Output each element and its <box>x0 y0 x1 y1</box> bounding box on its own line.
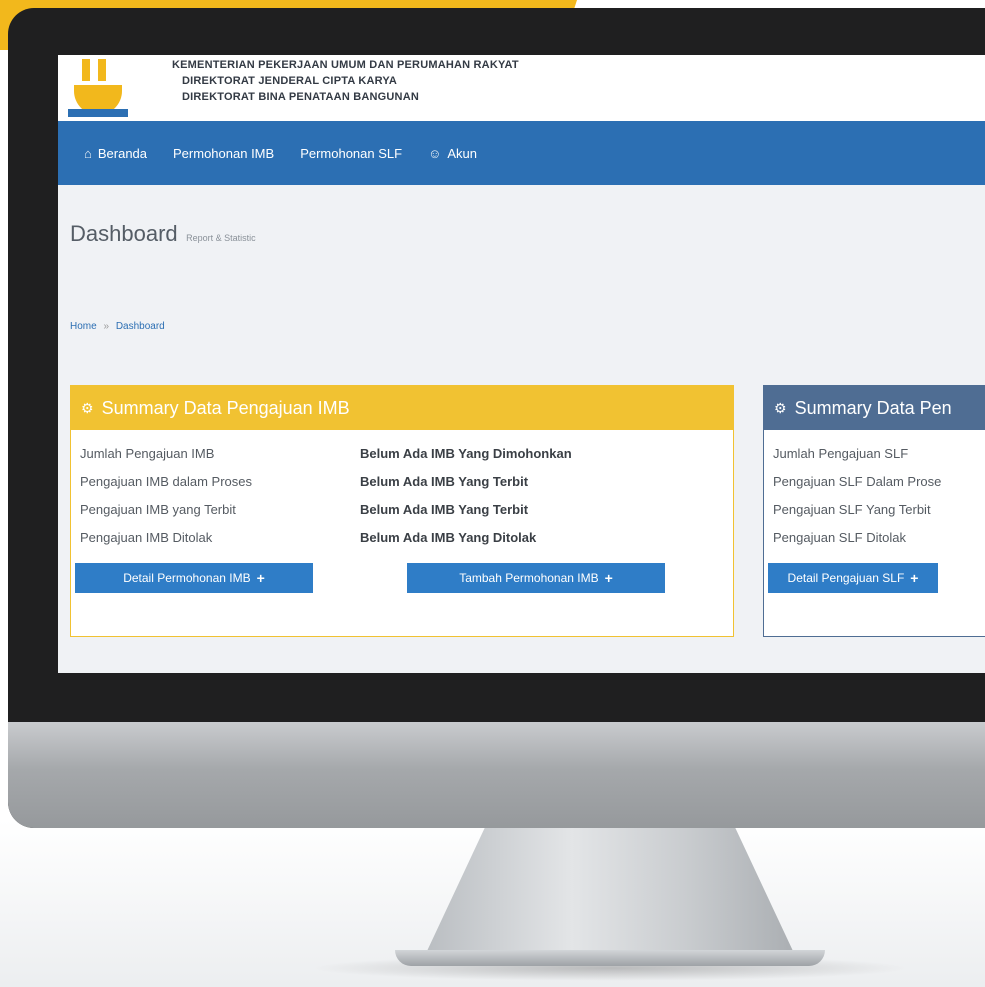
plus-icon: + <box>910 570 919 586</box>
slf-row-label: Pengajuan SLF Yang Terbit <box>773 502 931 517</box>
home-icon: ⌂ <box>84 145 92 161</box>
detail-pengajuan-slf-label: Detail Pengajuan SLF <box>787 571 905 585</box>
imb-panel-title: Summary Data Pengajuan IMB <box>101 397 350 418</box>
detail-permohonan-imb-label: Detail Permohonan IMB <box>123 571 251 585</box>
nav-permohonan-slf[interactable]: Permohonan SLF <box>300 146 402 161</box>
slf-panel-title: Summary Data Pen <box>794 397 952 418</box>
slf-row-label: Pengajuan SLF Dalam Prose <box>773 474 942 489</box>
nav-permohonan-imb-label: Permohonan IMB <box>173 145 275 161</box>
imb-row-value: Belum Ada IMB Yang Dimohonkan <box>360 446 572 461</box>
slf-row-label: Jumlah Pengajuan SLF <box>773 446 909 461</box>
slf-row-label: Pengajuan SLF Ditolak <box>773 530 906 545</box>
detail-permohonan-imb-button[interactable]: Detail Permohonan IMB + <box>75 563 313 593</box>
breadcrumb: Home » Dashboard <box>70 321 165 332</box>
imb-row-value: Belum Ada IMB Yang Terbit <box>360 474 529 489</box>
page-title: Dashboard Report & Statistic <box>70 221 256 247</box>
gears-icon: ⚙ <box>81 399 94 416</box>
imb-row-label: Pengajuan IMB Ditolak <box>80 530 213 545</box>
pupr-logo <box>68 55 128 117</box>
nav-beranda-label: Beranda <box>97 145 148 161</box>
slf-panel-header: ⚙ Summary Data Pen <box>764 386 985 430</box>
site-header: KEMENTERIAN PEKERJAAN UMUM DAN PERUMAHAN… <box>58 55 985 121</box>
imb-row-label: Pengajuan IMB dalam Proses <box>80 474 252 489</box>
detail-pengajuan-slf-button[interactable]: Detail Pengajuan SLF + <box>768 563 938 593</box>
imb-panel-header: ⚙ Summary Data Pengajuan IMB <box>71 386 733 430</box>
monitor-chin <box>8 722 985 828</box>
breadcrumb-current[interactable]: Dashboard <box>116 321 165 332</box>
nav-akun-label: Akun <box>447 145 478 161</box>
breadcrumb-separator: » <box>103 321 110 332</box>
screen: KEMENTERIAN PEKERJAAN UMUM DAN PERUMAHAN… <box>58 55 985 673</box>
tambah-permohonan-imb-label: Tambah Permohonan IMB <box>459 571 599 585</box>
nav-permohonan-imb[interactable]: Permohonan IMB <box>173 146 274 161</box>
imb-row-label: Pengajuan IMB yang Terbit <box>80 502 236 517</box>
slf-summary-panel: ⚙ Summary Data Pen Jumlah Pengajuan SLF … <box>763 385 985 637</box>
monitor-stand-base <box>395 950 825 966</box>
org-line-directorate-general: DIREKTORAT JENDERAL CIPTA KARYA <box>182 75 398 87</box>
gears-icon: ⚙ <box>774 399 787 416</box>
page-title-main: Dashboard <box>70 221 178 246</box>
imb-row-value: Belum Ada IMB Yang Ditolak <box>360 530 537 545</box>
nav-akun[interactable]: ☺ Akun <box>428 146 477 161</box>
nav-permohonan-slf-label: Permohonan SLF <box>300 145 403 161</box>
nav-beranda[interactable]: ⌂ Beranda <box>84 146 147 161</box>
page-subtitle: Report & Statistic <box>186 233 256 243</box>
tambah-permohonan-imb-button[interactable]: Tambah Permohonan IMB + <box>407 563 665 593</box>
org-line-directorate: DIREKTORAT BINA PENATAAN BANGUNAN <box>182 91 419 103</box>
plus-icon: + <box>604 570 613 586</box>
breadcrumb-home[interactable]: Home <box>70 321 97 332</box>
imb-row-label: Jumlah Pengajuan IMB <box>80 446 215 461</box>
org-line-ministry: KEMENTERIAN PEKERJAAN UMUM DAN PERUMAHAN… <box>172 59 519 71</box>
user-icon: ☺ <box>428 145 442 161</box>
imb-summary-panel: ⚙ Summary Data Pengajuan IMB Jumlah Peng… <box>70 385 734 637</box>
plus-icon: + <box>256 570 265 586</box>
organization-name: KEMENTERIAN PEKERJAAN UMUM DAN PERUMAHAN… <box>172 57 519 105</box>
main-navbar: ⌂ Beranda Permohonan IMB Permohonan SLF … <box>58 121 985 185</box>
imb-row-value: Belum Ada IMB Yang Terbit <box>360 502 529 517</box>
